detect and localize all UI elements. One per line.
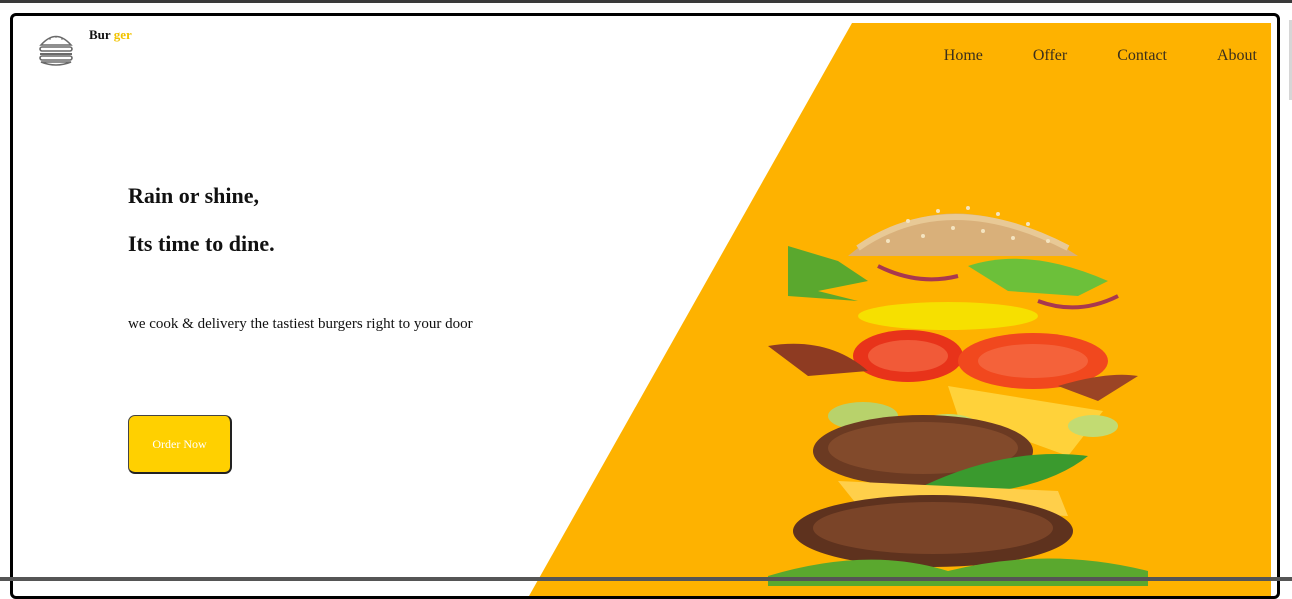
nav-offer[interactable]: Offer	[1033, 47, 1067, 65]
window-top-border	[0, 0, 1292, 3]
order-now-button[interactable]: Order Now	[128, 415, 232, 474]
nav-about[interactable]: About	[1217, 47, 1257, 65]
brand-name: Bur ger	[89, 27, 132, 43]
brand-part-2: ger	[113, 27, 132, 42]
hero-heading-line-2: Its time to dine.	[128, 231, 275, 256]
hero-heading-line-1: Rain or shine,	[128, 183, 260, 208]
nav-home[interactable]: Home	[944, 47, 983, 65]
burger-icon[interactable]	[37, 30, 75, 68]
burger-illustration	[768, 206, 1148, 586]
page-frame: Bur ger Home Offer Contact About Rain or…	[10, 13, 1280, 599]
window-bottom-border	[0, 577, 1292, 581]
main-nav: Home Offer Contact About	[894, 47, 1257, 65]
hero-tagline: we cook & delivery the tastiest burgers …	[128, 316, 473, 332]
nav-contact[interactable]: Contact	[1117, 47, 1167, 65]
brand-part-1: Bur	[89, 27, 111, 42]
